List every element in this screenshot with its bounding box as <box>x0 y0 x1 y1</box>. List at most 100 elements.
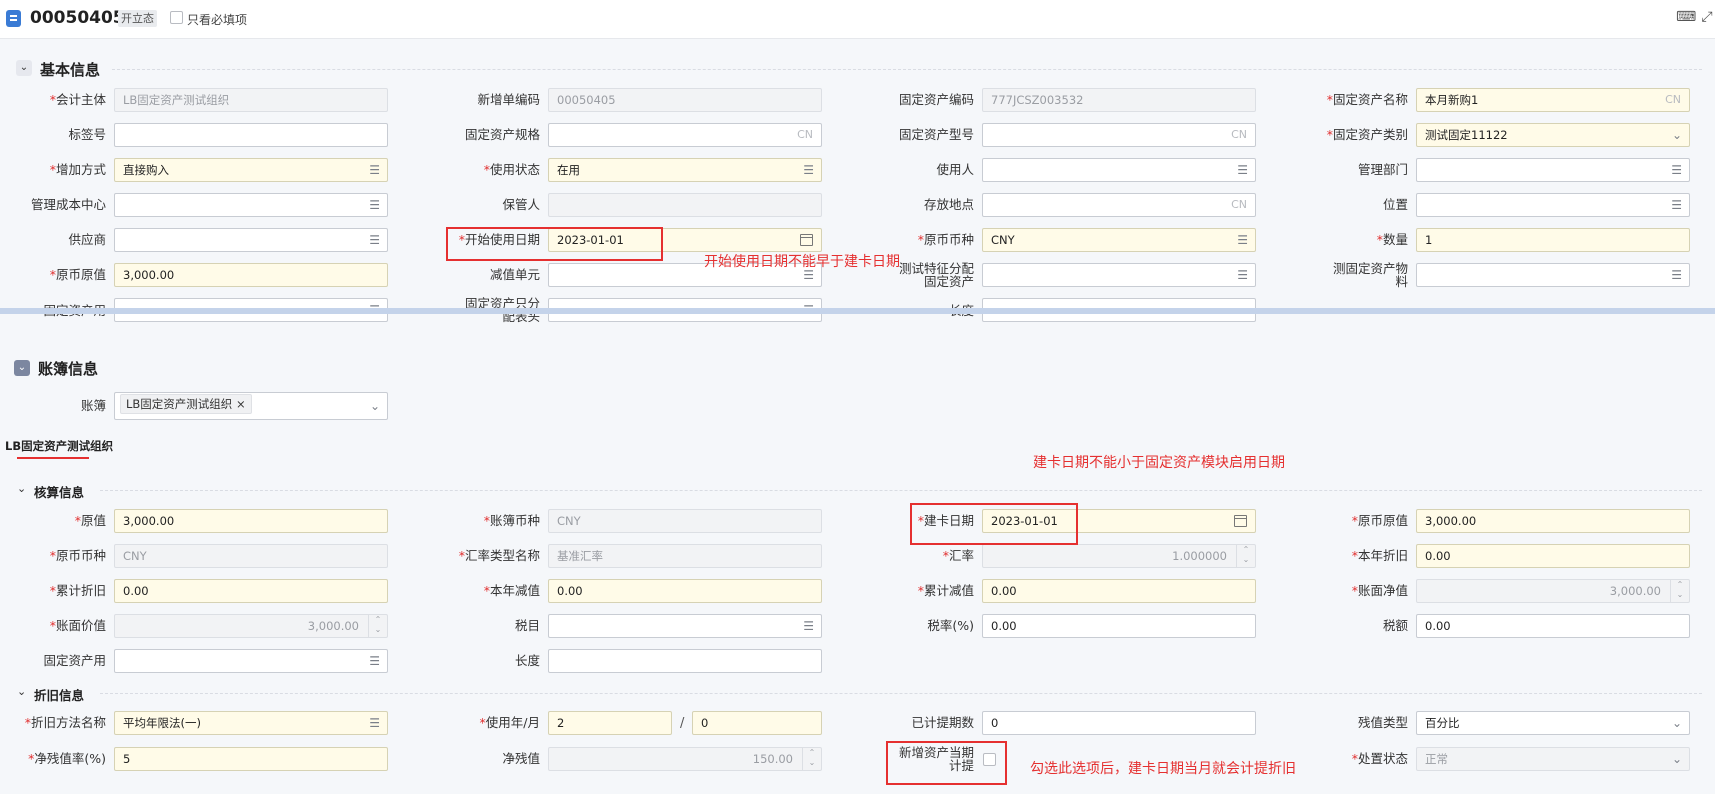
periods-field[interactable]: 0 <box>982 711 1256 735</box>
list-icon[interactable]: ☰ <box>1237 159 1248 181</box>
location-label: 存放地点 <box>923 197 974 212</box>
life-months-field[interactable]: 0 <box>692 711 822 735</box>
list-icon[interactable]: ☰ <box>1671 194 1682 216</box>
rate-type-label: *汇率类型名称 <box>458 548 540 563</box>
rate-field[interactable]: 1.000000 ⌃ ⌄ <box>982 544 1256 568</box>
asset-code-field[interactable]: 777JCSZ003532 <box>982 88 1256 112</box>
year-impair-field[interactable]: 0.00 <box>548 579 822 603</box>
life-years-field[interactable]: 2 <box>548 711 672 735</box>
tax-item-label: 税目 <box>514 618 540 633</box>
residual-type-select[interactable]: 百分比 ⌄ <box>1416 711 1690 735</box>
only-required-checkbox[interactable] <box>170 11 183 24</box>
user-field[interactable]: ☰ <box>982 158 1256 182</box>
tag-no-field[interactable] <box>114 123 388 147</box>
user-label: 使用人 <box>936 162 974 177</box>
basic-collapse-chevron-icon[interactable]: ⌄ <box>16 60 32 76</box>
add-method-field[interactable]: 直接购入 ☰ <box>114 158 388 182</box>
tax-rate-label: 税率(%) <box>927 618 974 633</box>
accum-depr-label: *累计折旧 <box>49 583 106 598</box>
custodian-field[interactable] <box>548 193 822 217</box>
expand-icon[interactable]: ⤢ <box>1699 9 1715 25</box>
position-field[interactable]: ☰ <box>1416 193 1690 217</box>
cost-center-field[interactable]: ☰ <box>114 193 388 217</box>
book-currency-field[interactable]: CNY <box>548 509 822 533</box>
tax-item-field[interactable]: ☰ <box>548 614 822 638</box>
list-icon[interactable]: ☰ <box>803 159 814 181</box>
acc-asset-use-label: 固定资产用 <box>43 653 106 668</box>
dept-field[interactable]: ☰ <box>1416 158 1690 182</box>
section-separator <box>0 308 1715 314</box>
list-icon[interactable]: ☰ <box>803 615 814 637</box>
divider <box>100 693 1702 694</box>
residual-value-field[interactable]: 150.00 ⌃ ⌄ <box>548 747 822 771</box>
list-icon[interactable]: ☰ <box>369 650 380 672</box>
book-value-field[interactable]: 3,000.00 ⌃ ⌄ <box>114 614 388 638</box>
net-book-field[interactable]: 3,000.00 ⌃ ⌄ <box>1416 579 1690 603</box>
list-icon[interactable]: ☰ <box>1237 264 1248 286</box>
material-field[interactable]: ☰ <box>1416 263 1690 287</box>
books-collapse-chevron-icon[interactable]: ⌄ <box>14 360 30 376</box>
year-depr-field[interactable]: 0.00 <box>1416 544 1690 568</box>
orig-value-field[interactable]: 3,000.00 <box>114 263 388 287</box>
calendar-icon[interactable] <box>1234 515 1247 527</box>
tax-rate-field[interactable]: 0.00 <box>982 614 1256 638</box>
new-code-field[interactable]: 00050405 <box>548 88 822 112</box>
cost-center-label: 管理成本中心 <box>30 197 106 212</box>
list-icon[interactable]: ☰ <box>1671 264 1682 286</box>
location-field[interactable]: CN <box>982 193 1256 217</box>
acc-length-field[interactable] <box>548 649 822 673</box>
depreciation-chevron-icon[interactable]: ⌄ <box>17 685 26 698</box>
acc-orig-value-label: *原币原值 <box>1351 513 1408 528</box>
list-icon[interactable]: ☰ <box>369 159 380 181</box>
qty-field[interactable]: 1 <box>1416 228 1690 252</box>
divider <box>112 69 1702 70</box>
life-label: *使用年/月 <box>479 715 540 730</box>
accounting-entity-field[interactable]: LB固定资产测试组织 <box>114 88 388 112</box>
book-select[interactable]: LB固定资产测试组织 × ⌄ <box>114 392 388 420</box>
books-section-title: 账簿信息 <box>38 360 99 378</box>
acc-asset-use-field[interactable]: ☰ <box>114 649 388 673</box>
depr-method-label: *折旧方法名称 <box>24 715 106 730</box>
acc-orig-value-field[interactable]: 3,000.00 <box>1416 509 1690 533</box>
year-depr-label: *本年折旧 <box>1351 548 1408 563</box>
list-icon[interactable]: ☰ <box>1671 159 1682 181</box>
keyboard-icon[interactable]: ⌨ <box>1676 9 1696 25</box>
accounting-chevron-icon[interactable]: ⌄ <box>17 482 26 495</box>
feature-field[interactable]: ☰ <box>982 263 1256 287</box>
orig-currency-label: *原币币种 <box>49 548 106 563</box>
stepper-icon[interactable]: ⌃ ⌄ <box>802 748 821 770</box>
stepper-icon[interactable]: ⌃ ⌄ <box>1670 580 1689 602</box>
accum-impair-field[interactable]: 0.00 <box>982 579 1256 603</box>
supplier-field[interactable]: ☰ <box>114 228 388 252</box>
category-select[interactable]: 测试固定11122 ⌄ <box>1416 123 1690 147</box>
list-icon[interactable]: ☰ <box>369 194 380 216</box>
currency-field[interactable]: CNY ☰ <box>982 228 1256 252</box>
acc-value-field[interactable]: 3,000.00 <box>114 509 388 533</box>
periods-label: 已计提期数 <box>911 715 974 730</box>
card-date-note: 建卡日期不能小于固定资产模块启用日期 <box>1033 455 1285 471</box>
chevron-down-icon: ⌄ <box>1671 752 1682 766</box>
acc-value-label: *原值 <box>74 513 106 528</box>
depr-method-field[interactable]: 平均年限法(一) ☰ <box>114 711 388 735</box>
checkbox-note: 勾选此选项后，建卡日期当月就会计提折旧 <box>1030 761 1296 777</box>
calendar-icon[interactable] <box>800 234 813 246</box>
residual-rate-field[interactable]: 5 <box>114 747 388 771</box>
chevron-down-icon: ⌄ <box>1671 128 1682 142</box>
accum-depr-field[interactable]: 0.00 <box>114 579 388 603</box>
list-icon[interactable]: ☰ <box>1237 229 1248 251</box>
orig-currency-field[interactable]: CNY <box>114 544 388 568</box>
list-icon[interactable]: ☰ <box>369 229 380 251</box>
use-status-field[interactable]: 在用 ☰ <box>548 158 822 182</box>
tab-book-org[interactable]: LB固定资产测试组织 <box>5 438 113 454</box>
depreciation-section-title: 折旧信息 <box>34 688 85 703</box>
stepper-icon[interactable]: ⌃ ⌄ <box>368 615 387 637</box>
stepper-icon[interactable]: ⌃ ⌄ <box>1236 545 1255 567</box>
tax-amount-field[interactable]: 0.00 <box>1416 614 1690 638</box>
disposal-select[interactable]: 正常 ⌄ <box>1416 747 1690 771</box>
spec-field[interactable]: CN <box>548 123 822 147</box>
list-icon[interactable]: ☰ <box>369 712 380 734</box>
rate-type-field[interactable]: 基准汇率 <box>548 544 822 568</box>
asset-name-field[interactable]: 本月新购1 CN <box>1416 88 1690 112</box>
model-field[interactable]: CN <box>982 123 1256 147</box>
close-icon[interactable]: × <box>236 397 246 411</box>
